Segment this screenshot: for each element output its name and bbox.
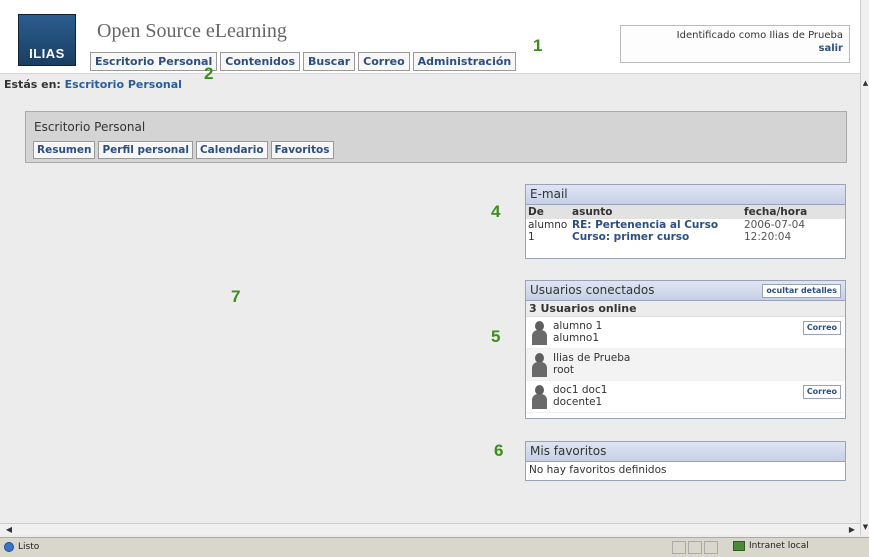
user-status-text: Identificado como Ilias de Prueba bbox=[676, 30, 843, 41]
email-block: E-mail De asunto fecha/hora alumno 1 RE:… bbox=[525, 184, 846, 259]
col-from: De bbox=[526, 205, 570, 219]
status-text: Listo bbox=[18, 542, 40, 552]
tab-calendario[interactable]: Calendario bbox=[195, 141, 268, 159]
col-date: fecha/hora bbox=[742, 205, 845, 219]
logout-link[interactable]: salir bbox=[627, 43, 844, 54]
nav-administracion[interactable]: Administración bbox=[412, 52, 517, 71]
nav-buscar[interactable]: Buscar bbox=[303, 52, 356, 71]
scroll-right-arrow-icon[interactable]: ▶ bbox=[846, 524, 858, 535]
user-status-box: Identificado como Ilias de Prueba salir bbox=[620, 25, 850, 63]
zone-text: Intranet local bbox=[749, 541, 809, 551]
col-subject: asunto bbox=[570, 205, 742, 219]
mail-user-button[interactable]: Correo bbox=[802, 321, 841, 335]
scroll-down-arrow-icon[interactable]: ▼ bbox=[862, 522, 869, 532]
breadcrumb-link[interactable]: Escritorio Personal bbox=[65, 78, 182, 91]
breadcrumb-prefix: Estás en: bbox=[4, 78, 61, 91]
browser-statusbar: Listo Intranet local bbox=[0, 537, 869, 557]
annotation-5: 5 bbox=[491, 327, 501, 346]
tab-perfil-personal[interactable]: Perfil personal bbox=[98, 141, 193, 159]
scroll-up-arrow-icon[interactable]: ▲ bbox=[862, 78, 869, 88]
site-title: Open Source eLearning bbox=[97, 20, 287, 42]
section-title: Escritorio Personal bbox=[34, 120, 146, 134]
status-cells bbox=[672, 541, 718, 554]
ie-icon bbox=[4, 542, 14, 552]
user-name: Ilias de Prueba bbox=[553, 352, 631, 364]
nav-escritorio-personal[interactable]: Escritorio Personal bbox=[90, 52, 218, 71]
breadcrumb: Estás en: Escritorio Personal bbox=[0, 75, 860, 93]
user-login: root bbox=[553, 364, 575, 376]
status-left: Listo bbox=[4, 542, 39, 552]
tab-favoritos[interactable]: Favoritos bbox=[270, 141, 334, 159]
online-count: 3 Usuarios online bbox=[526, 301, 845, 317]
table-row: alumno 1 RE: Pertenencia al Curso Curso:… bbox=[526, 219, 845, 243]
hide-details-button[interactable]: ocultar detalles bbox=[762, 284, 841, 298]
email-date: 2006-07-04 bbox=[744, 219, 806, 231]
annotation-6: 6 bbox=[494, 441, 504, 460]
list-item: Ilias de Prueba root bbox=[526, 349, 845, 381]
user-login: alumno1 bbox=[553, 332, 599, 344]
horizontal-scrollbar[interactable]: ◀ ▶ bbox=[0, 523, 860, 535]
annotation-1: 1 bbox=[533, 36, 543, 55]
section-box: Escritorio Personal Resumen Perfil perso… bbox=[25, 111, 847, 163]
user-avatar-icon bbox=[532, 353, 547, 377]
ilias-logo[interactable]: ILIAS bbox=[18, 14, 76, 66]
vertical-scrollbar[interactable]: ▲ ▼ bbox=[860, 0, 869, 535]
email-subject-link[interactable]: Curso: primer curso bbox=[572, 231, 740, 243]
annotation-2: 2 bbox=[204, 64, 214, 83]
list-item: doc1 doc1 docente1 Correo bbox=[526, 381, 845, 413]
security-zone: Intranet local bbox=[733, 541, 809, 551]
online-users-block: Usuarios conectados ocultar detalles 3 U… bbox=[525, 280, 846, 419]
user-avatar-icon bbox=[532, 321, 547, 345]
favorites-empty-text: No hay favoritos definidos bbox=[529, 464, 667, 476]
user-avatar-icon bbox=[532, 385, 547, 409]
nav-correo[interactable]: Correo bbox=[358, 52, 410, 71]
email-time: 12:20:04 bbox=[744, 231, 792, 243]
user-login: docente1 bbox=[553, 396, 603, 408]
annotation-4: 4 bbox=[491, 202, 501, 221]
email-block-title: E-mail bbox=[526, 185, 845, 205]
section-tabs: Resumen Perfil personal Calendario Favor… bbox=[33, 141, 334, 159]
email-subject-link[interactable]: RE: Pertenencia al Curso bbox=[572, 219, 740, 231]
favorites-block: Mis favoritos No hay favoritos definidos bbox=[525, 441, 846, 481]
nav-contenidos[interactable]: Contenidos bbox=[220, 52, 301, 71]
online-users-head: Usuarios conectados ocultar detalles bbox=[526, 281, 845, 301]
list-item: alumno 1 alumno1 Correo bbox=[526, 317, 845, 349]
online-users-title: Usuarios conectados bbox=[530, 283, 655, 297]
mail-user-button[interactable]: Correo bbox=[802, 385, 841, 399]
favorites-title: Mis favoritos bbox=[526, 442, 845, 462]
user-name: doc1 doc1 bbox=[553, 384, 608, 396]
email-from: alumno 1 bbox=[528, 219, 568, 243]
header: ILIAS Open Source eLearning Escritorio P… bbox=[0, 0, 860, 74]
user-name: alumno 1 bbox=[553, 320, 603, 332]
logo-text: ILIAS bbox=[29, 46, 65, 61]
intranet-zone-icon bbox=[733, 541, 745, 551]
scroll-left-arrow-icon[interactable]: ◀ bbox=[3, 524, 15, 535]
annotation-7: 7 bbox=[231, 287, 241, 306]
email-table-header: De asunto fecha/hora bbox=[526, 205, 845, 219]
main-nav: Escritorio Personal Contenidos Buscar Co… bbox=[90, 52, 517, 71]
tab-resumen[interactable]: Resumen bbox=[33, 141, 96, 159]
email-table: De asunto fecha/hora alumno 1 RE: Perten… bbox=[526, 205, 845, 243]
